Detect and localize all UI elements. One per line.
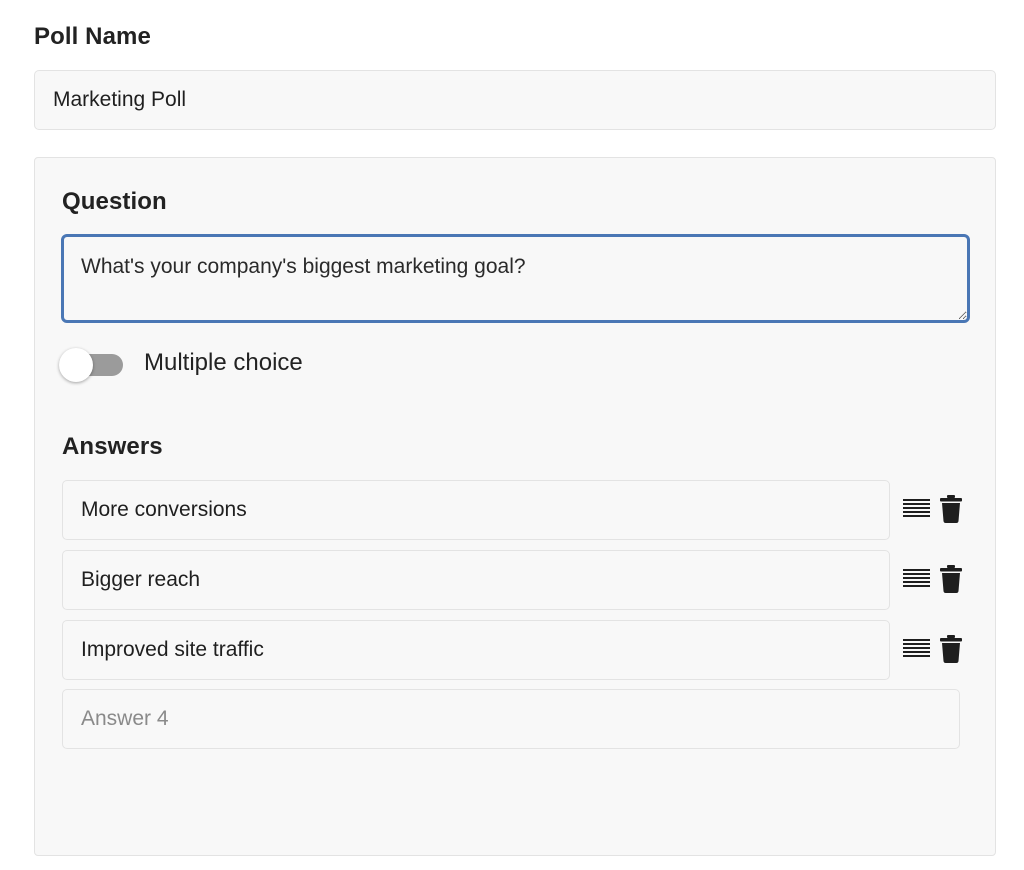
answer-input[interactable] [62,620,890,680]
poll-name-label: Poll Name [34,23,151,50]
poll-editor: Poll Name Question What's your company's… [0,0,1024,870]
drag-handle-icon[interactable] [903,639,930,661]
trash-icon[interactable] [940,495,962,523]
multiple-choice-toggle[interactable] [59,348,125,382]
toggle-knob [59,348,93,382]
poll-name-input[interactable] [34,70,996,130]
trash-icon[interactable] [940,565,962,593]
multiple-choice-label: Multiple choice [144,349,303,376]
drag-handle-icon[interactable] [903,569,930,591]
question-panel: Question What's your company's biggest m… [34,157,996,856]
answers-label: Answers [62,433,163,460]
answer-input[interactable] [62,550,890,610]
answer-row [62,480,992,540]
question-label: Question [62,188,167,215]
new-answer-input[interactable] [62,689,960,749]
answer-row [62,620,992,680]
answer-input[interactable] [62,480,890,540]
question-textarea[interactable]: What's your company's biggest marketing … [61,234,970,323]
answer-row [62,550,992,610]
trash-icon[interactable] [940,635,962,663]
drag-handle-icon[interactable] [903,499,930,521]
